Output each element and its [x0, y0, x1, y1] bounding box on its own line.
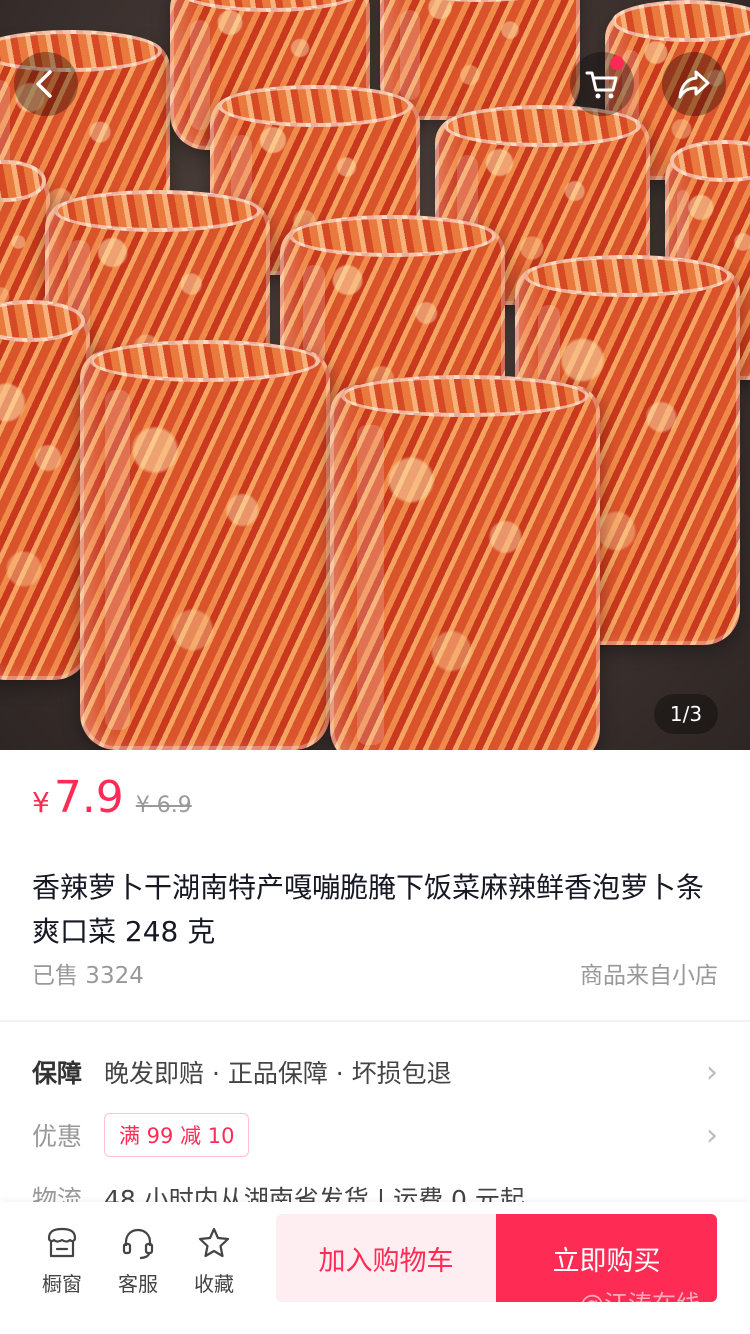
price-row: ¥ 7.9 ¥ 6.9: [32, 772, 192, 832]
product-image-gallery[interactable]: 1/3: [0, 0, 750, 750]
storefront-icon: [47, 1227, 77, 1258]
cart-button[interactable]: [570, 52, 634, 116]
product-meta: 已售 3324 商品来自小店: [32, 956, 718, 990]
watermark: @江涛在线: [580, 1290, 700, 1318]
cart-badge: [610, 56, 624, 70]
coupon-tag[interactable]: 满 99 减 10: [104, 1113, 250, 1157]
sold-count: 已售 3324: [32, 963, 144, 989]
image-pager: 1/3: [654, 694, 718, 734]
guarantee-label: 保障: [32, 1059, 83, 1088]
shop-window-label: 橱窗: [42, 1272, 82, 1296]
product-photo-jar: [0, 300, 90, 680]
star-icon: [198, 1227, 230, 1258]
share-button[interactable]: [662, 52, 726, 116]
favorite-label: 收藏: [194, 1272, 234, 1296]
share-icon: [678, 70, 710, 99]
chevron-right-icon: ›: [706, 1054, 718, 1090]
favorite-button[interactable]: 收藏: [178, 1224, 250, 1297]
back-arrow-icon: [36, 70, 52, 98]
customer-service-button[interactable]: 客服: [102, 1224, 174, 1297]
original-price: ¥ 6.9: [135, 793, 192, 818]
product-photo-jar: [330, 375, 600, 750]
currency-symbol: ¥: [32, 786, 50, 819]
section-divider: [0, 1020, 750, 1022]
cart-icon: [585, 71, 618, 99]
guarantee-text: 晚发即赔 · 正品保障 · 坏损包退: [104, 1059, 452, 1088]
product-photo-jar: [80, 340, 330, 750]
customer-service-label: 客服: [118, 1272, 158, 1296]
current-price: 7.9: [53, 772, 124, 823]
shop-window-button[interactable]: 橱窗: [26, 1224, 98, 1297]
back-button[interactable]: [14, 52, 78, 116]
product-title: 香辣萝卜干湖南特产嘎嘣脆腌下饭菜麻辣鲜香泡萝卜条爽口菜 248 克: [32, 871, 705, 948]
chevron-right-icon: ›: [706, 1117, 718, 1153]
headset-icon: [122, 1228, 154, 1260]
promotion-label: 优惠: [32, 1122, 83, 1151]
promotion-row[interactable]: 优惠 满 99 减 10 ›: [32, 1113, 718, 1157]
shop-source[interactable]: 商品来自小店: [580, 956, 718, 990]
guarantee-row[interactable]: 保障 晚发即赔 · 正品保障 · 坏损包退 ›: [32, 1052, 718, 1092]
add-to-cart-button[interactable]: 加入购物车: [276, 1214, 496, 1302]
